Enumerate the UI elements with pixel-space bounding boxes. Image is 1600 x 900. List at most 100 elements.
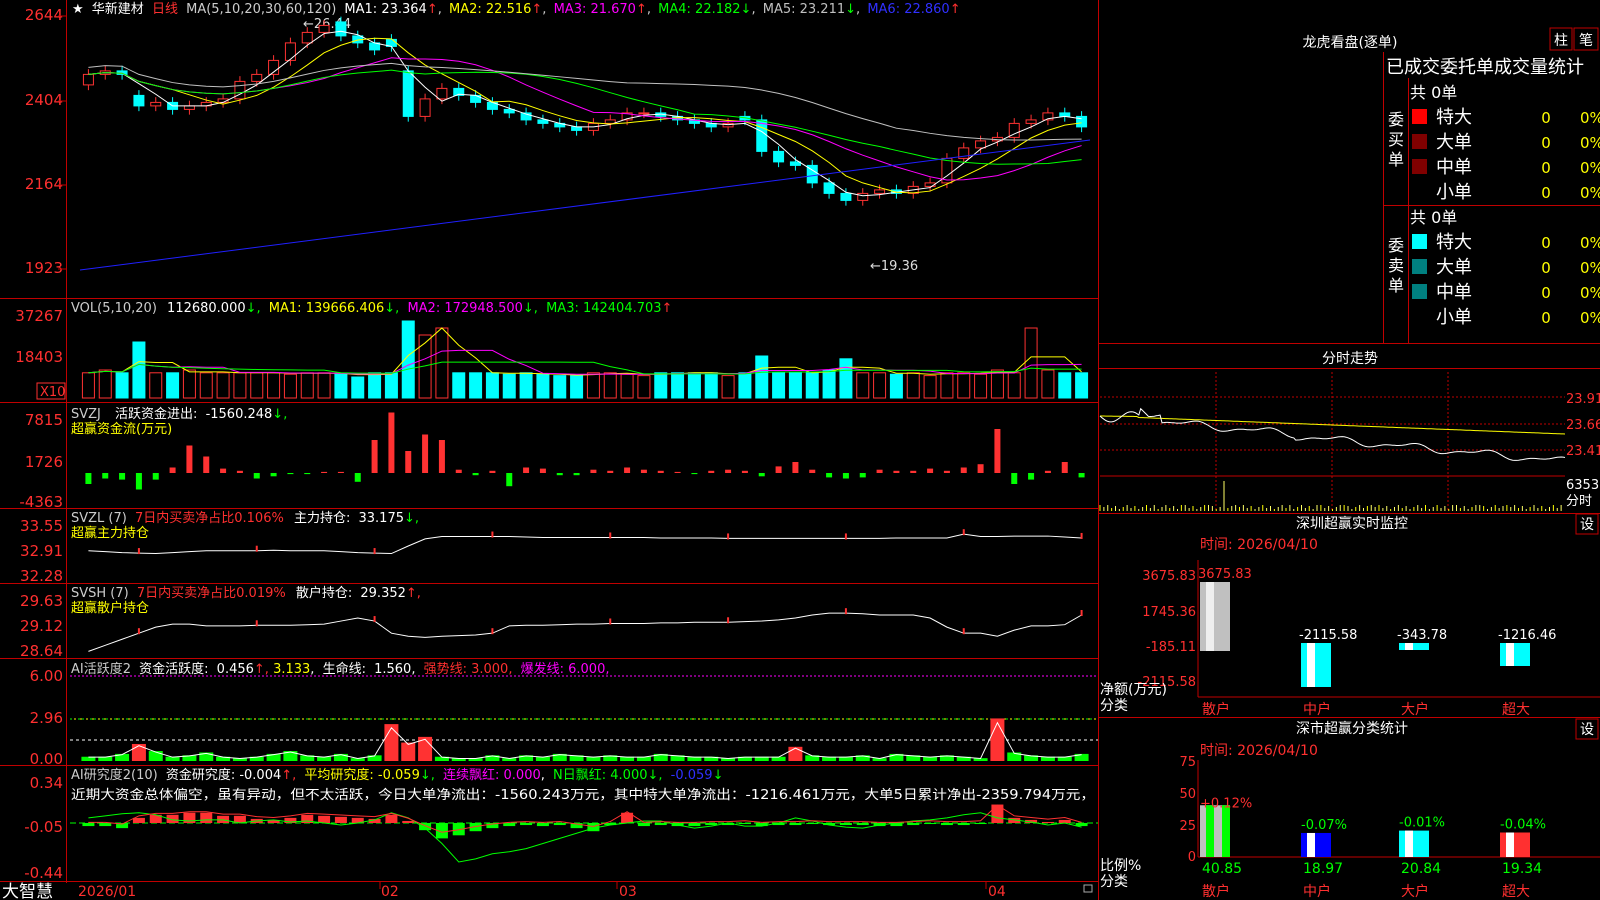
order-size-label: 特大	[1436, 232, 1472, 253]
order-count: 0	[1541, 259, 1551, 277]
activity-bar	[788, 746, 803, 761]
research-bar	[183, 812, 196, 823]
svzl-value: 33.175	[359, 511, 405, 526]
research-bar	[856, 823, 869, 826]
activity-bar	[990, 718, 1005, 761]
vol-header: VOL(5,10,20) 112680.000↓, MA1: 139666.40…	[71, 301, 672, 316]
retail-position-line	[88, 612, 1082, 652]
volume-bar	[216, 372, 230, 399]
stock-name: 华新建材	[92, 1, 144, 17]
activity-line	[88, 721, 1082, 759]
svg-text:-185.11: -185.11	[1146, 640, 1196, 655]
candle-body	[857, 192, 869, 201]
candle-body	[638, 112, 650, 115]
ratio-value: 19.34	[1502, 861, 1542, 877]
tick-mark	[1080, 532, 1083, 539]
volume-bar	[485, 372, 499, 399]
fund-flow-bar	[1078, 473, 1085, 478]
order-color-swatch	[1412, 134, 1427, 149]
tick-mode-label[interactable]: 笔	[1579, 33, 1593, 49]
ai2-comment: 近期大资金总体偏空，虽有异动，但不太活跃，今日大单净流出：-1560.243万元…	[71, 787, 1095, 803]
svg-text:6353: 6353	[1566, 478, 1599, 493]
ratio-value: 40.85	[1202, 861, 1242, 877]
volume-bar	[788, 372, 802, 399]
ratio-bar-edge	[1222, 805, 1230, 857]
svg-text:1745.36: 1745.36	[1142, 605, 1196, 620]
volume-bar	[452, 372, 466, 399]
volume-bar	[974, 373, 988, 399]
fund-flow-bar	[539, 468, 546, 473]
buy-label-2: 买	[1388, 130, 1404, 149]
volume-bar	[637, 375, 651, 399]
fund-flow-bar	[556, 473, 563, 476]
ma4-arrow: ↓	[741, 2, 752, 17]
longhu-subtitle: 已成交委托单成交量统计	[1386, 57, 1584, 78]
candle-body	[537, 119, 549, 124]
period-label[interactable]: 日线	[152, 2, 178, 17]
fund-flow-bar	[135, 473, 142, 490]
fund-flow-bar	[236, 470, 243, 473]
buy-order-section: 委 买 单 共 0单 特大 0 0% 大单 0 0% 中单 0 0% 小单 0 0%	[1388, 83, 1600, 203]
svzl-axis: 33.55 32.91 32.28	[20, 517, 63, 585]
classify-time: 时间: 2026/04/10	[1200, 743, 1318, 759]
ratio-category: 中户	[1303, 883, 1331, 900]
date-tick: 2026/01	[78, 884, 136, 900]
volume-bar	[502, 373, 516, 399]
tick-mark	[727, 617, 730, 624]
monitor-settings-label[interactable]: 设	[1580, 517, 1594, 533]
volume-bar	[250, 372, 264, 399]
volume-bar	[856, 372, 870, 399]
order-color-swatch	[1412, 234, 1427, 249]
volume-bar	[368, 372, 382, 399]
date-tick: 02	[381, 884, 399, 900]
svg-text:50: 50	[1179, 787, 1196, 802]
volume-bar	[738, 372, 752, 399]
buy-label-3: 单	[1388, 150, 1404, 169]
ratio-bar	[1500, 832, 1530, 857]
classify-settings-label[interactable]: 设	[1580, 722, 1594, 738]
research-bar	[738, 823, 751, 825]
lock-icon[interactable]	[1083, 884, 1093, 893]
svg-text:23.41: 23.41	[1566, 444, 1600, 459]
ratio-bar-highlight	[1206, 805, 1214, 857]
volume-bar	[889, 373, 903, 399]
volume-bar	[654, 372, 668, 399]
order-size-label: 特大	[1436, 107, 1472, 128]
volume-bar	[283, 373, 297, 399]
tick-mark	[373, 616, 376, 623]
order-size-label: 中单	[1436, 282, 1472, 303]
fund-flow-bar	[657, 470, 664, 473]
volume-bar	[570, 375, 584, 399]
research-bar	[318, 815, 331, 823]
ratio-value: 18.97	[1303, 861, 1343, 877]
fund-flow-bar	[590, 469, 597, 473]
candle-body	[789, 161, 801, 166]
svg-text:-4363: -4363	[19, 493, 63, 511]
svg-text:-0.44: -0.44	[24, 864, 63, 882]
net-flow-category: 散户	[1202, 701, 1230, 718]
buy-total: 共 0单	[1410, 83, 1457, 102]
svg-text:28.64: 28.64	[20, 642, 63, 660]
volume-bar	[351, 376, 365, 399]
net-flow-bar-highlight	[1506, 643, 1514, 666]
fund-flow-bar	[960, 467, 967, 473]
research-bar	[334, 816, 347, 823]
low-price-mark: ←19.36	[870, 259, 918, 274]
research-bar	[385, 814, 398, 823]
candle-body	[150, 101, 162, 107]
research-bar	[705, 823, 718, 826]
tick-mark	[609, 532, 612, 539]
vol-unit[interactable]: X10	[40, 385, 65, 400]
vol-axis: 37267 18403	[15, 307, 63, 366]
ai1-header: AI活跃度2 资金活跃度: 0.456↑, 3.133, 生命线: 1.560,…	[71, 661, 609, 677]
monitor-axis: 3675.83 1745.36 -185.11 -2115.58	[1138, 569, 1196, 690]
tick-mark	[255, 620, 258, 627]
star-icon[interactable]: ★	[72, 2, 84, 17]
classify-category-label: 分类	[1100, 874, 1128, 890]
volume-bar	[300, 372, 314, 399]
stock-terminal: 2644 2404 2164 1923 ★ 华新建材 日线 MA(5,10,20…	[0, 0, 1600, 900]
volume-bar	[553, 375, 567, 399]
bar-mode-label[interactable]: 柱	[1554, 33, 1568, 49]
volume-bar	[704, 372, 718, 399]
volume-bar	[149, 372, 163, 399]
